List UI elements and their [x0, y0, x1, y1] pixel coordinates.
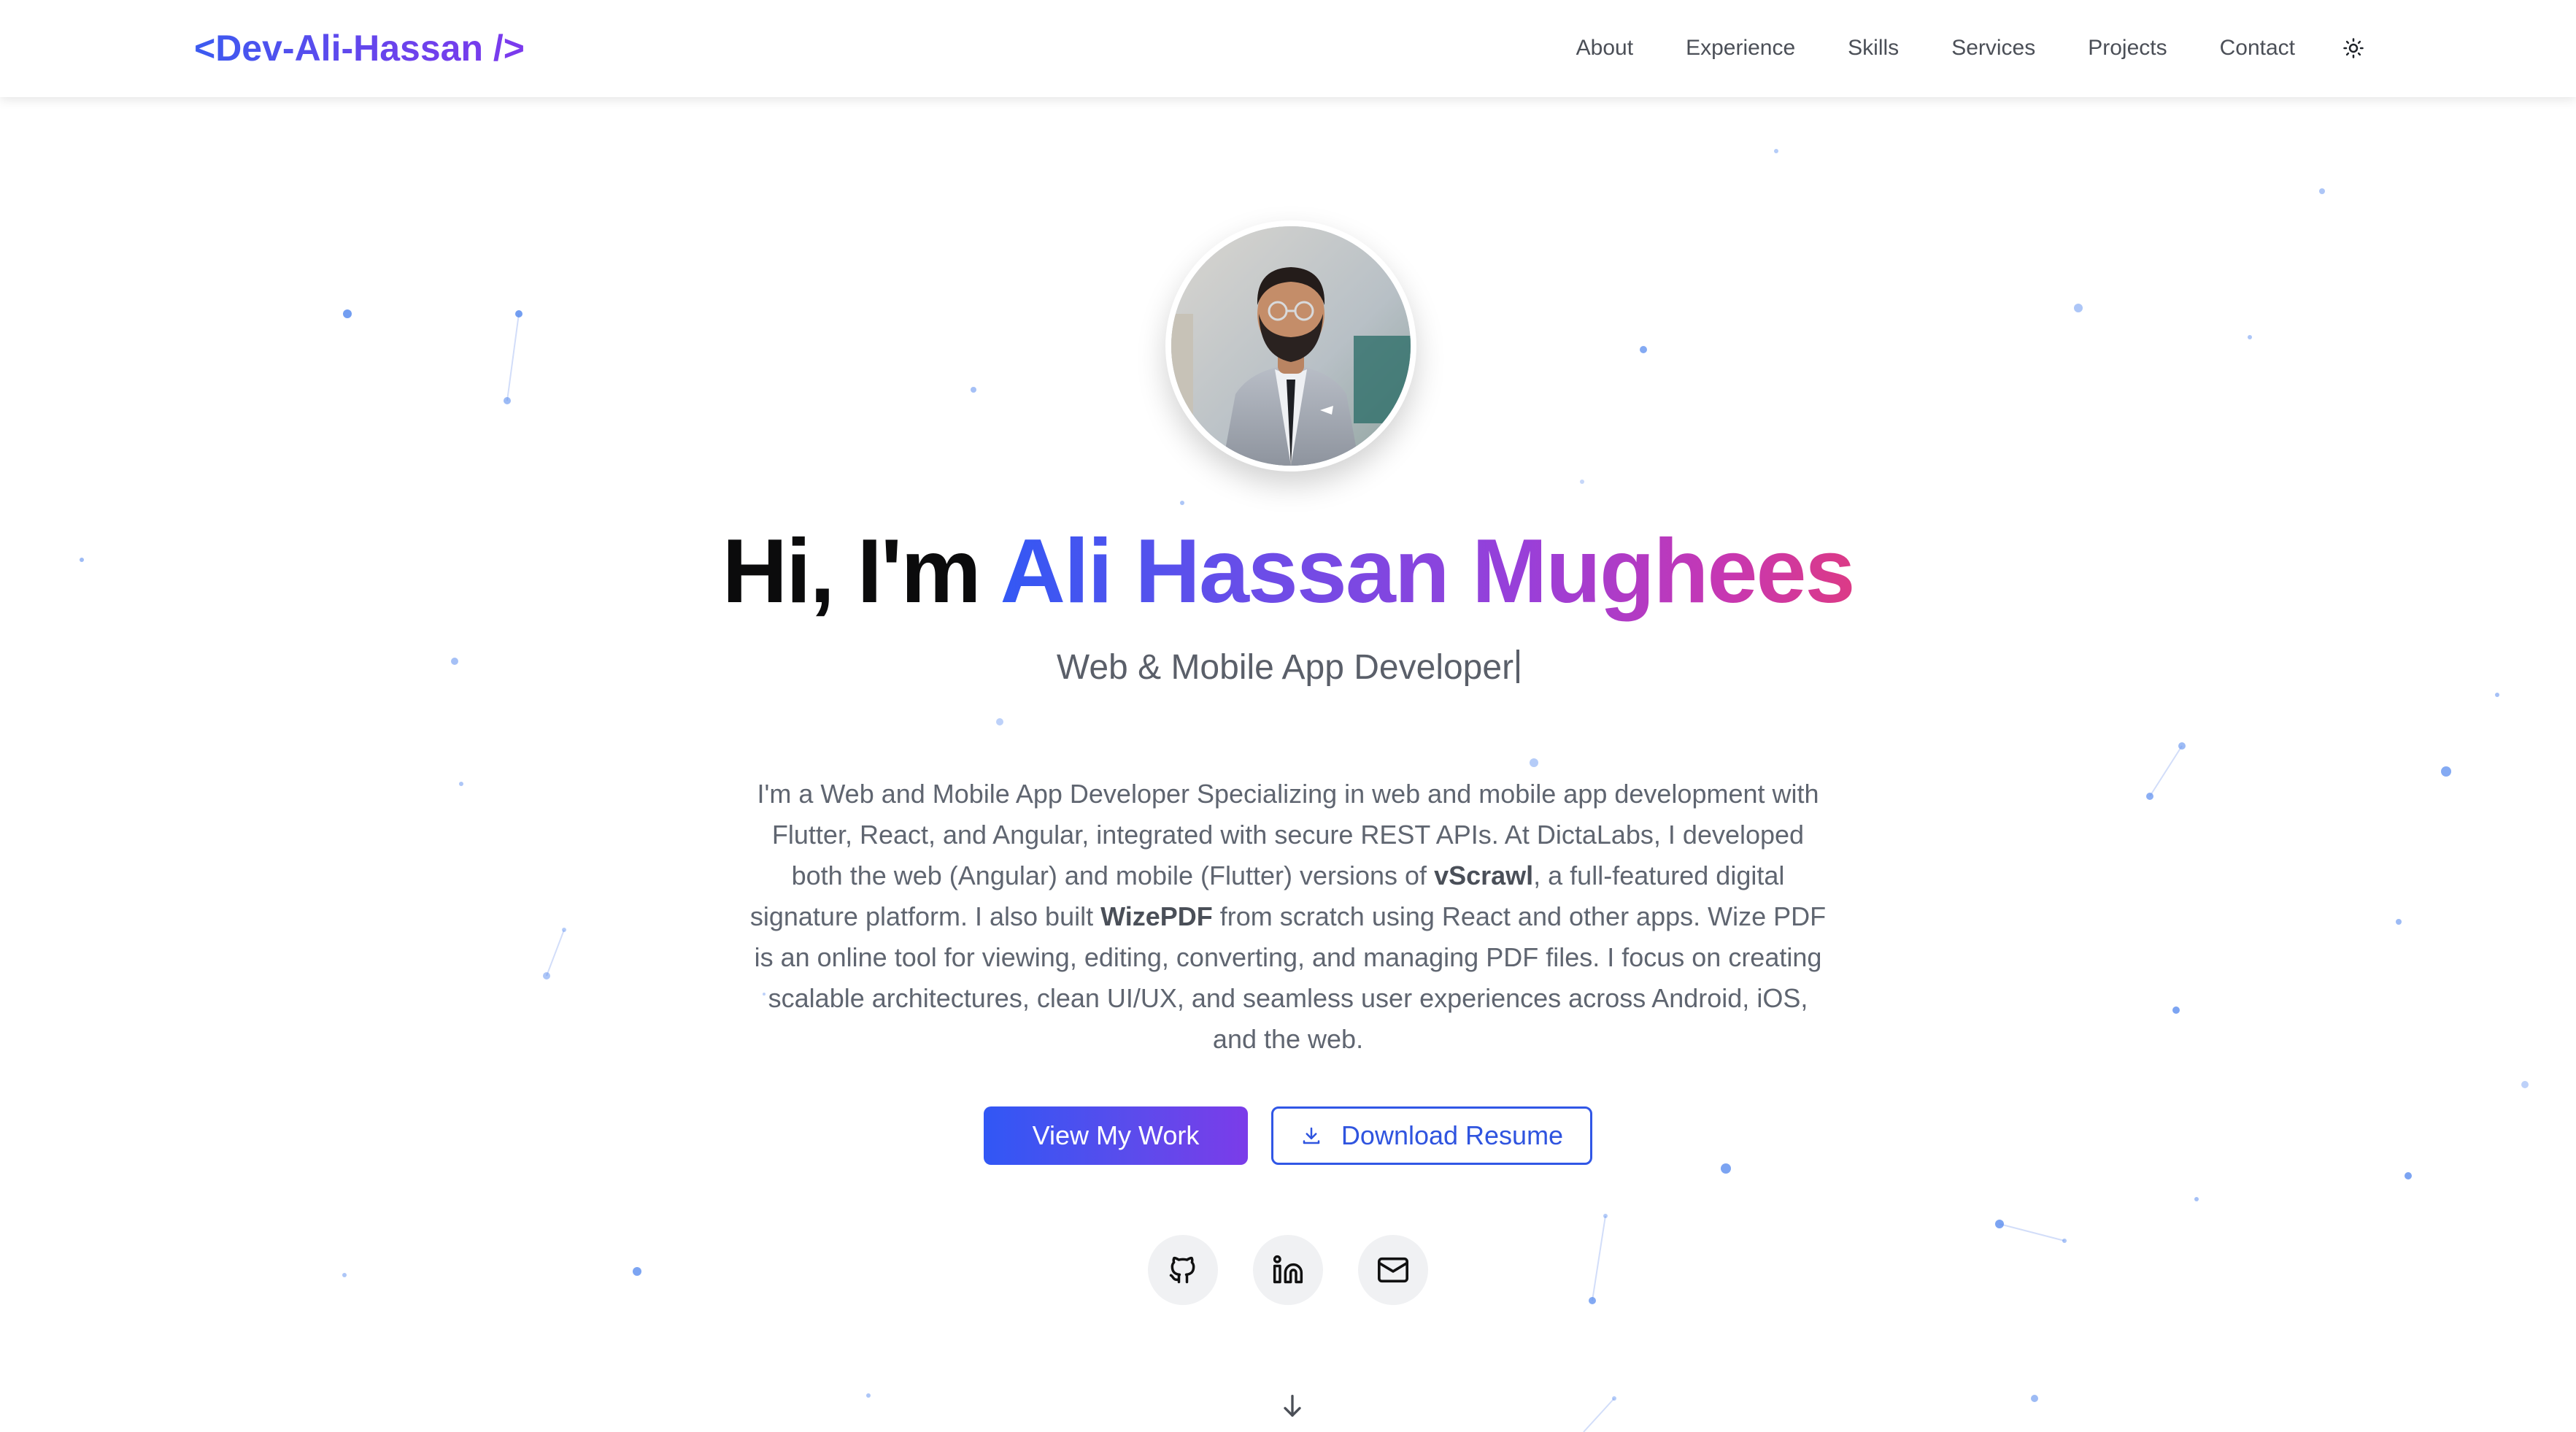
github-icon — [1169, 1256, 1195, 1284]
avatar-frame — [1165, 220, 1416, 471]
scroll-down-button[interactable] — [1278, 1391, 1307, 1420]
avatar — [1171, 226, 1411, 466]
view-my-work-label: View My Work — [1032, 1120, 1200, 1150]
download-icon — [1303, 1127, 1320, 1144]
theme-toggle-button[interactable] — [2337, 32, 2369, 64]
description-highlight-wizepdf: WizePDF — [1100, 901, 1213, 931]
linkedin-icon — [1273, 1255, 1303, 1284]
github-link[interactable] — [1148, 1235, 1218, 1305]
site-logo[interactable]: <Dev-Ali-Hassan /> — [194, 25, 525, 72]
hero-section: Hi, I'm Ali Hassan Mughees Web & Mobile … — [0, 0, 2576, 1432]
hero-description: I'm a Web and Mobile App Developer Speci… — [749, 774, 1827, 1060]
hero-actions: View My Work Download Resume — [0, 1106, 2576, 1165]
sun-icon — [2343, 38, 2364, 58]
download-resume-button[interactable]: Download Resume — [1271, 1106, 1592, 1165]
hero-name: Ali Hassan Mughees — [1000, 521, 1856, 622]
linkedin-link[interactable] — [1253, 1235, 1323, 1305]
arrow-down-icon — [1284, 1395, 1301, 1417]
site-header: <Dev-Ali-Hassan /> About Experience Skil… — [0, 0, 2576, 97]
typing-cursor — [1516, 650, 1520, 683]
email-link[interactable] — [1358, 1235, 1428, 1305]
social-links — [0, 1235, 2576, 1305]
hero-subtitle-text: Web & Mobile App Developer — [1056, 648, 1514, 687]
nav-link-skills[interactable]: Skills — [1848, 36, 1899, 61]
hero-title: Hi, I'm Ali Hassan Mughees — [0, 517, 2576, 626]
nav-link-experience[interactable]: Experience — [1686, 36, 1795, 61]
nav-link-contact[interactable]: Contact — [2220, 36, 2295, 61]
description-highlight-vscrawl: vScrawl — [1434, 861, 1534, 890]
main-nav: About Experience Skills Services Project… — [1576, 29, 2369, 67]
hero-subtitle: Web & Mobile App Developer — [0, 645, 2576, 690]
hero-greeting: Hi, I'm — [722, 521, 1000, 622]
nav-link-projects[interactable]: Projects — [2088, 36, 2167, 61]
nav-link-services[interactable]: Services — [1951, 36, 2035, 61]
profile-photo — [1171, 226, 1411, 466]
view-my-work-button[interactable]: View My Work — [984, 1106, 1248, 1165]
nav-link-about[interactable]: About — [1576, 36, 1633, 61]
download-resume-label: Download Resume — [1341, 1120, 1564, 1150]
mail-icon — [1378, 1257, 1408, 1283]
